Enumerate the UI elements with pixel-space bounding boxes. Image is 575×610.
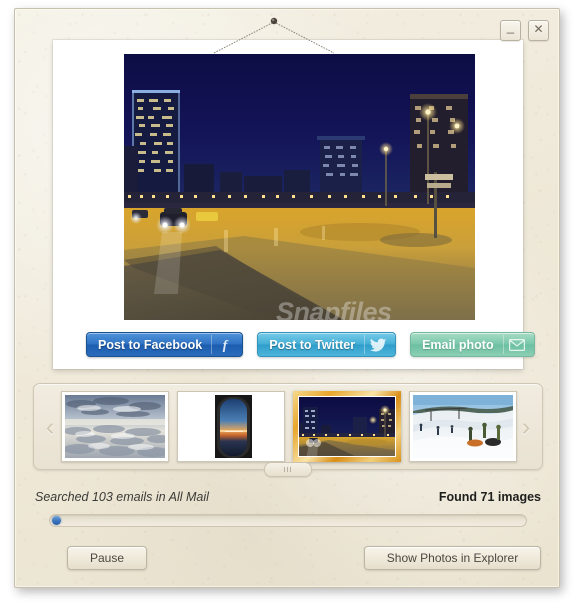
app-window: _ ✕ Snapfiles Post to Facebook f Post to… <box>14 8 560 588</box>
minimize-button[interactable]: _ <box>500 20 521 41</box>
search-progress-bar <box>49 514 527 527</box>
watermark-text: Snapfiles <box>276 297 392 320</box>
thumbnail-item-1[interactable] <box>177 391 286 462</box>
status-row: Searched 103 emails in All Mail Found 71… <box>35 490 541 504</box>
post-to-facebook-button[interactable]: Post to Facebook f <box>86 332 244 357</box>
progress-marker <box>52 516 61 525</box>
pause-button[interactable]: Pause <box>67 546 147 570</box>
close-button[interactable]: ✕ <box>528 20 549 41</box>
thumbnail-item-2[interactable] <box>293 391 401 462</box>
thumbnail-strip: ‹ › <box>33 383 543 477</box>
thumbnail-image-2 <box>298 396 396 457</box>
chevron-left-icon[interactable]: ‹ <box>36 408 66 446</box>
strip-resize-handle[interactable] <box>264 462 312 477</box>
photo-panel: Snapfiles Post to Facebook f Post to Twi… <box>53 40 535 369</box>
search-status-text: Searched 103 emails in All Mail <box>35 490 209 504</box>
thumbnail-image-0 <box>65 395 166 458</box>
share-buttons-row: Post to Facebook f Post to Twitter Email… <box>86 332 535 357</box>
email-photo-label: Email photo <box>422 337 494 352</box>
post-to-twitter-label: Post to Twitter <box>269 337 356 352</box>
thumbnail-image-1 <box>181 395 282 458</box>
svg-text:f: f <box>223 339 229 353</box>
show-photos-in-explorer-button[interactable]: Show Photos in Explorer <box>364 546 541 570</box>
post-to-twitter-button[interactable]: Post to Twitter <box>257 332 397 357</box>
post-to-facebook-label: Post to Facebook <box>98 337 203 352</box>
images-found-text: Found 71 images <box>438 490 541 504</box>
thumbnail-item-0[interactable] <box>61 391 170 462</box>
main-photo-image <box>124 54 475 320</box>
envelope-icon <box>502 335 530 354</box>
main-photo[interactable]: Snapfiles <box>124 54 475 320</box>
email-photo-button[interactable]: Email photo <box>410 332 535 357</box>
window-controls: _ ✕ <box>500 20 549 41</box>
twitter-bird-icon <box>364 335 391 354</box>
thumbnail-image-3 <box>412 395 513 458</box>
facebook-icon: f <box>211 335 238 354</box>
thumbnail-track <box>61 390 517 463</box>
thumbnail-item-3[interactable] <box>408 391 517 462</box>
